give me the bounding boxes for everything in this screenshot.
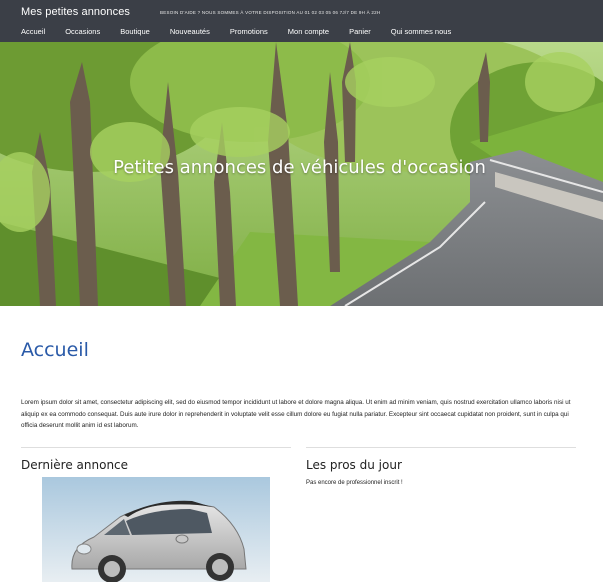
main-nav: Accueil Occasions Boutique Nouveautés Pr… xyxy=(21,27,451,36)
nav-item-boutique[interactable]: Boutique xyxy=(120,27,150,36)
divider-right xyxy=(306,447,576,448)
top-header: Mes petites annonces Besoin d'aide ? Nou… xyxy=(0,0,603,42)
hero-banner: Petites annonces de véhicules d'occasion xyxy=(0,42,603,306)
nav-item-mon-compte[interactable]: Mon compte xyxy=(288,27,329,36)
latest-listing-image[interactable] xyxy=(42,477,270,582)
nav-item-promotions[interactable]: Promotions xyxy=(230,27,268,36)
car-photo xyxy=(42,477,270,582)
nav-item-panier[interactable]: Panier xyxy=(349,27,371,36)
nav-item-accueil[interactable]: Accueil xyxy=(21,27,45,36)
hotline-text: Besoin d'aide ? Nous sommes à votre disp… xyxy=(160,10,381,15)
pros-of-day-title: Les pros du jour xyxy=(306,458,402,472)
divider-left xyxy=(21,447,291,448)
page-title: Accueil xyxy=(21,339,89,361)
intro-paragraph: Lorem ipsum dolor sit amet, consectetur … xyxy=(21,399,571,429)
nav-item-qui-sommes-nous[interactable]: Qui sommes nous xyxy=(391,27,451,36)
nav-item-occasions[interactable]: Occasions xyxy=(65,27,100,36)
site-brand[interactable]: Mes petites annonces xyxy=(21,6,130,18)
nav-item-nouveautes[interactable]: Nouveautés xyxy=(170,27,210,36)
latest-listing-title: Dernière annonce xyxy=(21,458,129,472)
pros-empty-message: Pas encore de professionnel inscrit ! xyxy=(306,480,403,486)
hero-title: Petites annonces de véhicules d'occasion xyxy=(113,157,486,178)
